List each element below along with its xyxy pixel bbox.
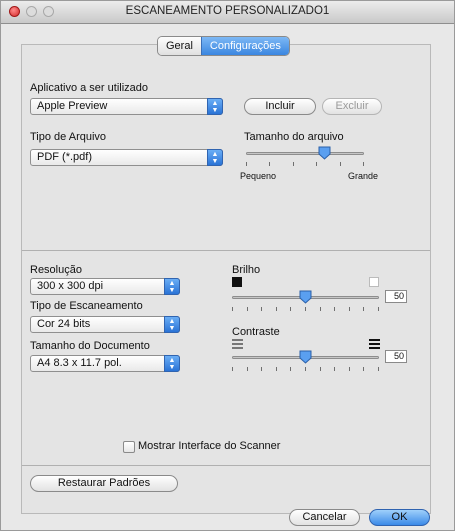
- contrast-slider-knob[interactable]: [299, 350, 312, 364]
- popup-arrows-icon: ▲ ▼: [207, 149, 223, 166]
- app-select[interactable]: Apple Preview ▲ ▼: [30, 98, 223, 115]
- resolution-label: Resolução: [30, 264, 82, 276]
- restore-defaults-button[interactable]: Restaurar Padrões: [30, 475, 178, 492]
- brightness-value-field[interactable]: 50: [385, 290, 407, 303]
- document-size-label: Tamanho do Documento: [30, 340, 150, 352]
- document-size-select[interactable]: A4 8.3 x 11.7 pol. ▲ ▼: [30, 355, 180, 372]
- scan-type-select[interactable]: Cor 24 bits ▲ ▼: [30, 316, 180, 333]
- tab-configuracoes[interactable]: Configurações: [200, 37, 289, 55]
- document-size-value: A4 8.3 x 11.7 pol.: [37, 357, 122, 369]
- scan-type-label: Tipo de Escaneamento: [30, 300, 143, 312]
- contrast-label: Contraste: [232, 326, 280, 338]
- brightness-label: Brilho: [232, 264, 261, 276]
- file-type-value: PDF (*.pdf): [37, 151, 93, 163]
- high-contrast-icon: [369, 339, 380, 349]
- file-size-ticks: [246, 162, 364, 166]
- show-scanner-interface-checkbox[interactable]: [123, 441, 135, 453]
- divider: [22, 250, 430, 251]
- file-size-label: Tamanho do arquivo: [244, 131, 344, 143]
- file-type-label: Tipo de Arquivo: [30, 131, 107, 143]
- file-size-slider-track[interactable]: [246, 152, 364, 155]
- dark-square-icon: [232, 277, 242, 287]
- low-contrast-icon: [232, 339, 243, 349]
- settings-panel: Aplicativo a ser utilizado Apple Preview…: [21, 44, 431, 514]
- tab-control: Geral Configurações: [157, 36, 290, 56]
- file-type-select[interactable]: PDF (*.pdf) ▲ ▼: [30, 149, 223, 166]
- ok-button[interactable]: OK: [369, 509, 430, 526]
- scan-settings-window: ESCANEAMENTO PERSONALIZADO1 Geral Config…: [0, 0, 455, 531]
- app-label: Aplicativo a ser utilizado: [30, 82, 149, 94]
- brightness-slider-knob[interactable]: [299, 290, 312, 304]
- light-square-icon: [369, 277, 379, 287]
- file-size-max-label: Grande: [348, 171, 379, 181]
- popup-arrows-icon: ▲ ▼: [164, 316, 180, 333]
- file-size-slider-knob[interactable]: [318, 146, 331, 160]
- remove-app-button[interactable]: Excluir: [322, 98, 382, 115]
- contrast-ticks: [232, 367, 379, 371]
- popup-arrows-icon: ▲ ▼: [164, 355, 180, 372]
- divider: [22, 465, 430, 466]
- show-scanner-interface-label: Mostrar Interface do Scanner: [138, 440, 281, 452]
- popup-arrows-icon: ▲ ▼: [164, 278, 180, 295]
- scan-type-value: Cor 24 bits: [37, 318, 91, 330]
- contrast-value-field[interactable]: 50: [385, 350, 407, 363]
- window-title: ESCANEAMENTO PERSONALIZADO1: [125, 5, 330, 17]
- resolution-select[interactable]: 300 x 300 dpi ▲ ▼: [30, 278, 180, 295]
- add-app-button[interactable]: Incluir: [244, 98, 316, 115]
- resolution-value: 300 x 300 dpi: [37, 280, 104, 292]
- app-select-value: Apple Preview: [37, 100, 108, 112]
- title-bar: ESCANEAMENTO PERSONALIZADO1: [1, 1, 454, 24]
- file-size-min-label: Pequeno: [240, 171, 277, 181]
- tab-geral[interactable]: Geral: [158, 37, 201, 55]
- popup-arrows-icon: ▲ ▼: [207, 98, 223, 115]
- cancel-button[interactable]: Cancelar: [289, 509, 360, 526]
- brightness-ticks: [232, 307, 379, 311]
